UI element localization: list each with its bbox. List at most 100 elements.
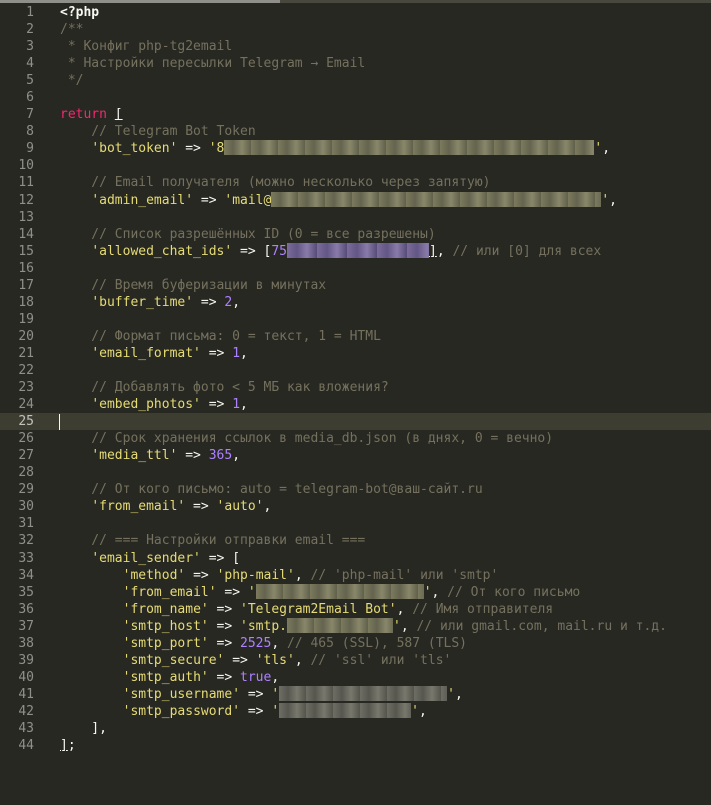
code-line[interactable]: 40 'smtp_auth' => true, bbox=[0, 669, 711, 686]
code-line[interactable]: 24 'embed_photos' => 1, bbox=[0, 396, 711, 413]
line-number: 40 bbox=[18, 669, 34, 685]
code-line[interactable]: 3 * Конфиг php-tg2email bbox=[0, 38, 711, 55]
code-area[interactable]: 1 <?php 2/** 3 * Конфиг php-tg2email 4 * Нас… bbox=[0, 4, 711, 754]
code-token: , bbox=[271, 635, 287, 651]
code-line[interactable]: 1 <?php bbox=[0, 4, 711, 21]
code-line[interactable]: 15 'allowed_chat_ids' => [75], // или [0… bbox=[0, 242, 711, 260]
redacted-value bbox=[224, 140, 595, 156]
code-line[interactable]: 2 /** bbox=[0, 21, 711, 38]
code-token: 'php-mail' bbox=[216, 567, 295, 583]
code-line[interactable]: 44]; bbox=[0, 737, 711, 754]
code-token: , bbox=[294, 652, 311, 668]
code-token: // Срок хранения ссылок в media_db.json … bbox=[60, 431, 554, 447]
code-line[interactable]: 9 'bot_token' => '8 ', bbox=[0, 140, 711, 157]
code-token: 'allowed_chat_ids' bbox=[91, 243, 233, 259]
line-text: 'smtp_username' => ' ', bbox=[60, 685, 463, 703]
line-number: 18 bbox=[18, 294, 34, 310]
line-text: 'method' => 'php-mail', // 'php-mail' ил… bbox=[60, 567, 499, 584]
code-line[interactable]: 35 'from_email' => ' ', // От кого письмо bbox=[0, 583, 711, 601]
code-line[interactable]: 13 bbox=[0, 209, 711, 226]
code-token: // 465 (SSL), 587 (TLS) bbox=[287, 635, 468, 651]
code-line[interactable]: 18 'buffer_time' => 2, bbox=[0, 294, 711, 311]
code-token: ' bbox=[271, 703, 280, 719]
code-token: 'from_email' bbox=[91, 499, 186, 515]
code-line[interactable]: 14 // Список разрешённых ID (0 = все раз… bbox=[0, 226, 711, 243]
code-line[interactable]: 36 'from_name' => 'Telegram2Email Bot', … bbox=[0, 601, 711, 618]
code-line[interactable]: 38 'smtp_port' => 2525, // 465 (SSL), 58… bbox=[0, 635, 711, 652]
code-line[interactable]: 33 'email_sender' => [ bbox=[0, 550, 711, 567]
code-line[interactable]: 43 ], bbox=[0, 720, 711, 737]
code-line[interactable]: 30 'from_email' => 'auto', bbox=[0, 498, 711, 515]
line-number: 4 bbox=[26, 56, 34, 72]
code-line[interactable]: 12 'admin_email' => 'mail@ ', bbox=[0, 191, 711, 209]
code-token: // От кого письмо: auto = telegram-bot@в… bbox=[60, 482, 483, 498]
line-text: // Формат письма: 0 = текст, 1 = HTML bbox=[60, 328, 381, 345]
code-token: , bbox=[602, 141, 611, 157]
code-line[interactable]: 29 // От кого письмо: auto = telegram-bo… bbox=[0, 481, 711, 498]
line-number: 15 bbox=[18, 243, 34, 259]
code-line[interactable]: 37 'smtp_host' => 'smtp. ', // или gmail.… bbox=[0, 617, 711, 635]
code-token: , bbox=[609, 192, 617, 208]
code-token: , bbox=[400, 618, 417, 634]
code-editor[interactable]: 1 <?php 2/** 3 * Конфиг php-tg2email 4 * Нас… bbox=[0, 0, 711, 805]
code-token: 1 bbox=[232, 345, 241, 361]
code-token: , bbox=[240, 345, 248, 361]
line-number: 22 bbox=[18, 362, 34, 378]
code-token: <?php bbox=[60, 5, 100, 20]
line-text: */ bbox=[60, 72, 84, 89]
line-number: 35 bbox=[18, 584, 34, 600]
code-token: // Время буферизации в минутах bbox=[60, 277, 327, 293]
line-text: 'bot_token' => '8 ', bbox=[60, 140, 610, 157]
line-number: 37 bbox=[18, 618, 34, 634]
code-token: 2525 bbox=[240, 635, 272, 651]
code-token: 'smtp_auth' bbox=[122, 669, 209, 685]
code-token: => [ bbox=[200, 550, 241, 566]
line-text: * Конфиг php-tg2email bbox=[60, 38, 232, 55]
text-cursor bbox=[59, 414, 60, 431]
code-line[interactable]: 5 */ bbox=[0, 72, 711, 89]
code-line[interactable]: 32 // === Настройки отправки email === bbox=[0, 532, 711, 549]
code-token: // Список разрешённых ID (0 = все разреш… bbox=[60, 226, 436, 242]
code-line[interactable]: 39 'smtp_secure' => 'tls', // 'ssl' или … bbox=[0, 652, 711, 669]
line-number: 1 bbox=[26, 5, 34, 20]
line-text: 'email_sender' => [ bbox=[60, 550, 240, 567]
code-line[interactable]: 25 bbox=[0, 413, 711, 431]
code-token: , bbox=[271, 669, 280, 685]
code-line[interactable]: 31 bbox=[0, 515, 711, 532]
code-line[interactable]: 20 // Формат письма: 0 = текст, 1 = HTML bbox=[0, 328, 711, 345]
code-line[interactable]: 19 bbox=[0, 311, 711, 328]
code-line[interactable]: 16 bbox=[0, 260, 711, 277]
line-number: 7 bbox=[26, 107, 34, 123]
code-line[interactable]: 17 // Время буферизации в минутах bbox=[0, 277, 711, 294]
code-line[interactable]: 10 bbox=[0, 157, 711, 174]
code-line[interactable]: 21 'email_format' => 1, bbox=[0, 345, 711, 362]
code-token: , bbox=[263, 499, 272, 515]
code-token: // или gmail.com, mail.ru и т.д. bbox=[416, 618, 667, 634]
code-token: [ bbox=[114, 107, 123, 123]
code-token: /** bbox=[60, 22, 84, 38]
code-line[interactable]: 4 * Настройки пересылки Telegram → Email bbox=[0, 55, 711, 72]
code-line[interactable]: 7 return [ bbox=[0, 106, 711, 123]
code-line[interactable]: 34 'method' => 'php-mail', // 'php-mail'… bbox=[0, 567, 711, 584]
scrollbar-thumb[interactable] bbox=[0, 0, 280, 3]
code-line[interactable]: 27 'media_ttl' => 365, bbox=[0, 447, 711, 464]
code-line[interactable]: 23 // Добавлять фото < 5 МБ как вложения… bbox=[0, 379, 711, 396]
code-line[interactable]: 6 bbox=[0, 89, 711, 106]
code-line[interactable]: 8 // Telegram Bot Token bbox=[0, 123, 711, 140]
code-token: 'smtp_secure' bbox=[122, 652, 225, 668]
code-line[interactable]: 28 bbox=[0, 464, 711, 481]
code-line[interactable]: 22 bbox=[0, 362, 711, 379]
redacted-value bbox=[287, 242, 429, 258]
scrollbar-track[interactable] bbox=[280, 0, 711, 3]
code-line[interactable]: 26 // Срок хранения ссылок в media_db.js… bbox=[0, 430, 711, 447]
code-line[interactable]: 41 'smtp_username' => ' ', bbox=[0, 685, 711, 703]
line-number: 39 bbox=[18, 652, 34, 668]
horizontal-scrollbar[interactable] bbox=[0, 0, 711, 3]
code-line[interactable]: 11 // Email получателя (можно несколько … bbox=[0, 174, 711, 191]
code-line[interactable]: 42 'smtp_password' => ' ', bbox=[0, 702, 711, 720]
line-text: 'from_name' => 'Telegram2Email Bot', // … bbox=[60, 601, 554, 618]
line-text: 'from_email' => ' ', // От кого письмо bbox=[60, 583, 580, 601]
